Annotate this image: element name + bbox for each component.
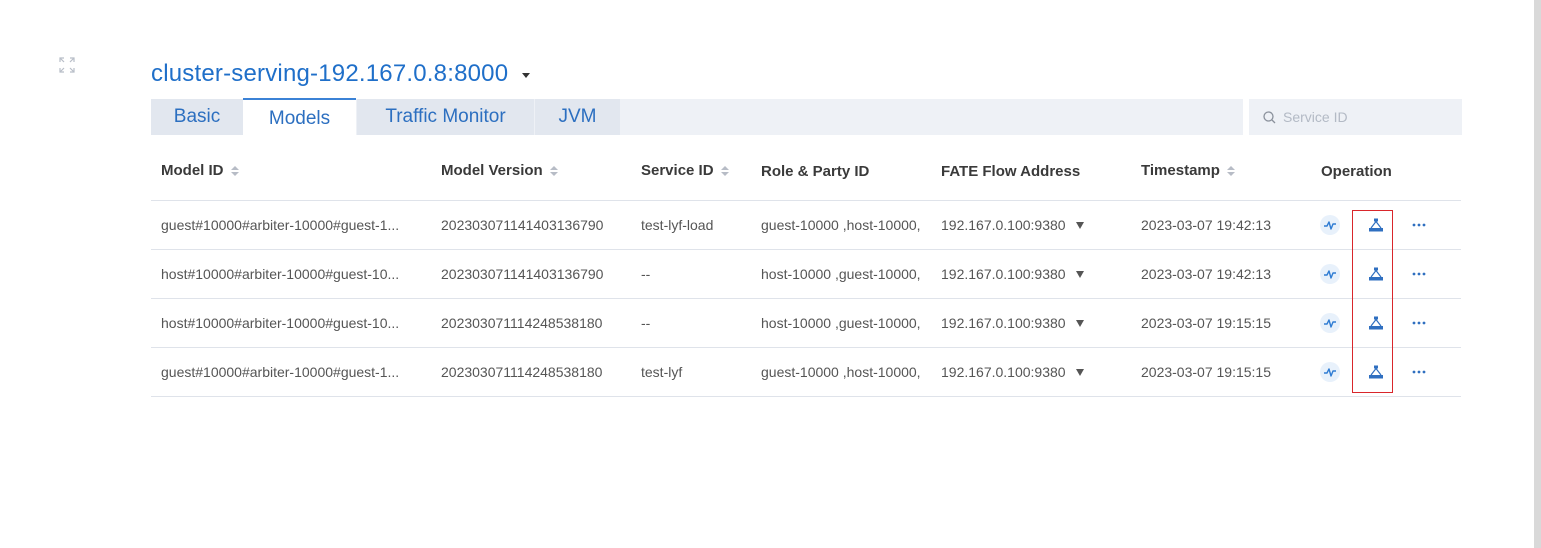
pulse-icon [1320,362,1340,382]
service-id-cell: -- [641,315,651,331]
topology-icon [1369,365,1383,379]
topology-button[interactable] [1363,250,1389,298]
pulse-icon [1320,215,1340,235]
table-row: guest#10000#arbiter-10000#guest-1... 202… [151,348,1461,397]
service-id-search-input[interactable] [1283,99,1453,135]
table-row: host#10000#arbiter-10000#guest-10... 202… [151,299,1461,348]
model-id-cell: guest#10000#arbiter-10000#guest-1... [161,364,400,380]
pulse-icon [1320,313,1340,333]
fate-flow-cell: 192.167.0.100:9380 [941,250,1101,298]
topology-button[interactable] [1363,348,1389,396]
more-button[interactable] [1409,348,1429,396]
more-button[interactable] [1409,250,1429,298]
tab-bar: Basic Models Traffic Monitor JVM [151,98,1243,138]
fate-flow-address: 192.167.0.100:9380 [941,217,1066,233]
more-icon [1412,223,1426,227]
topology-icon [1369,267,1383,281]
models-table: Model ID Model Version Service ID Role &… [151,142,1461,397]
more-button[interactable] [1409,201,1429,249]
tab-traffic-monitor[interactable]: Traffic Monitor [357,99,534,135]
sort-icon[interactable] [720,165,729,176]
pulse-icon [1320,264,1340,284]
monitor-button[interactable] [1317,348,1343,396]
search-box [1249,99,1462,135]
model-version-cell: 202303071141403136790 [441,217,604,233]
sort-icon[interactable] [1226,165,1235,176]
model-version-cell: 202303071141403136790 [441,266,604,282]
monitor-button[interactable] [1317,201,1343,249]
role-party-cell: host-10000 ,guest-10000, [761,266,921,282]
page-title: cluster-serving-192.167.0.8:8000 [151,60,509,87]
more-icon [1412,321,1426,325]
expand-icon[interactable] [58,56,76,74]
caret-down-icon[interactable] [1075,319,1084,327]
more-icon [1412,370,1426,374]
sort-icon[interactable] [230,165,239,176]
service-id-cell: -- [641,266,651,282]
model-version-cell: 202303071114248538180 [441,364,603,380]
service-id-cell: test-lyf-load [641,217,714,233]
monitor-button[interactable] [1317,250,1343,298]
tab-jvm[interactable]: JVM [535,99,620,135]
more-button[interactable] [1409,299,1429,347]
caret-down-icon[interactable] [1075,221,1084,229]
role-party-cell: guest-10000 ,host-10000, [761,364,921,380]
model-version-cell: 202303071114248538180 [441,315,603,331]
caret-down-icon[interactable] [1075,270,1084,278]
table-row: host#10000#arbiter-10000#guest-10... 202… [151,250,1461,299]
role-party-cell: host-10000 ,guest-10000, [761,315,921,331]
model-id-cell: guest#10000#arbiter-10000#guest-1... [161,217,400,233]
topology-button[interactable] [1363,201,1389,249]
timestamp-cell: 2023-03-07 19:15:15 [1141,315,1271,331]
fate-flow-cell: 192.167.0.100:9380 [941,299,1101,347]
monitor-button[interactable] [1317,299,1343,347]
column-header-model-version[interactable]: Model Version [441,162,558,179]
column-header-model-id[interactable]: Model ID [161,162,239,179]
caret-down-icon[interactable] [522,72,531,78]
caret-down-icon[interactable] [1075,368,1084,376]
column-header-fate-flow: FATE Flow Address [941,163,1081,180]
service-id-cell: test-lyf [641,364,683,380]
scrollbar[interactable] [1534,0,1541,548]
topology-button[interactable] [1363,299,1389,347]
topology-icon [1369,218,1383,232]
role-party-cell: guest-10000 ,host-10000, [761,217,921,233]
timestamp-cell: 2023-03-07 19:42:13 [1141,217,1271,233]
fate-flow-address: 192.167.0.100:9380 [941,364,1066,380]
table-header: Model ID Model Version Service ID Role &… [151,142,1461,201]
column-header-service-id[interactable]: Service ID [641,162,729,179]
model-id-cell: host#10000#arbiter-10000#guest-10... [161,266,400,282]
column-header-role-party: Role & Party ID [761,163,870,180]
column-header-operation: Operation [1321,163,1392,180]
fate-flow-cell: 192.167.0.100:9380 [941,348,1101,396]
fate-flow-cell: 192.167.0.100:9380 [941,201,1101,249]
topology-icon [1369,316,1383,330]
fate-flow-address: 192.167.0.100:9380 [941,266,1066,282]
fate-flow-address: 192.167.0.100:9380 [941,315,1066,331]
table-row: guest#10000#arbiter-10000#guest-1... 202… [151,201,1461,250]
cluster-selector[interactable]: cluster-serving-192.167.0.8:8000 [151,60,531,88]
search-icon [1263,111,1276,124]
timestamp-cell: 2023-03-07 19:15:15 [1141,364,1271,380]
tab-basic[interactable]: Basic [151,99,243,135]
timestamp-cell: 2023-03-07 19:42:13 [1141,266,1271,282]
tab-models[interactable]: Models [243,98,356,138]
model-id-cell: host#10000#arbiter-10000#guest-10... [161,315,400,331]
column-header-timestamp[interactable]: Timestamp [1141,162,1235,179]
sort-icon[interactable] [549,165,558,176]
more-icon [1412,272,1426,276]
